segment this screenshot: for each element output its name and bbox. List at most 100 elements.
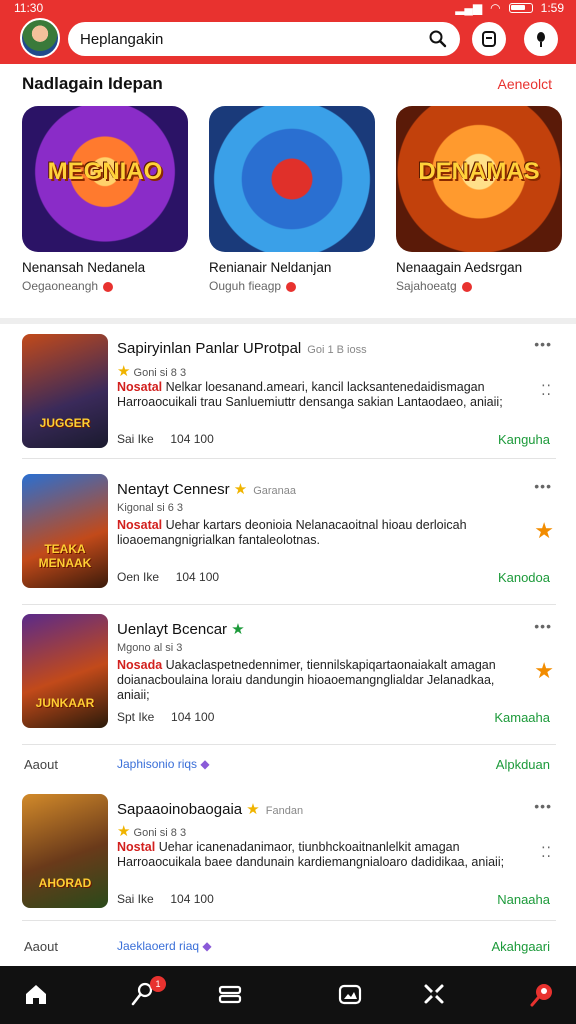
item-meta: ★ Goni si 8 3	[117, 362, 186, 380]
list-divider	[22, 458, 556, 459]
more-options-icon[interactable]: ⁚⁚	[541, 382, 552, 399]
tag-icon: ◆	[200, 757, 210, 771]
star-icon: ★	[117, 363, 131, 380]
home-icon[interactable]	[22, 980, 52, 1010]
item-title: Sapaaoinobaogaia ★ Fandan	[117, 800, 303, 818]
star-icon: ★	[246, 801, 260, 818]
item-meta-text: Goni si 8 3	[133, 827, 187, 839]
about-text: Jaeklaoerd riaq ◆	[117, 939, 212, 953]
item-stats: Oen Ike 104 100	[117, 570, 219, 584]
search-icon[interactable]	[428, 29, 448, 49]
item-desc-highlight: Nosada	[117, 658, 163, 672]
item-desc-text: Uehar icanenadanimaor, tiunbhckoaitnanle…	[117, 840, 505, 869]
featured-card-name: Nenaagain Aedsrgan	[396, 260, 523, 275]
item-tag: Goi 1 B ioss	[307, 344, 367, 356]
search-icon[interactable]: 1	[128, 976, 166, 1010]
item-desc-text: Nelkar loesanand.ameari, kancil lacksant…	[117, 380, 503, 409]
about-row[interactable]: Aaout Japhisonio riqs ◆ Alpkduan	[0, 750, 576, 780]
item-action-button[interactable]: Kamaaha	[494, 710, 550, 725]
item-desc-highlight: Nosatal	[117, 380, 163, 394]
item-desc-highlight: Nostal	[117, 840, 156, 854]
star-icon: ★	[117, 823, 131, 840]
about-action[interactable]: Akahgaari	[491, 939, 550, 954]
item-title: Sapiryinlan Panlar UProtpal Goi 1 B ioss	[117, 340, 367, 357]
item-thumbnail: JUNKAAR	[22, 614, 108, 728]
item-meta-text: Goni si 8 3	[133, 367, 187, 379]
item-desc-text: Uakaclaspetnedennimer, tiennilskapiqarta…	[117, 658, 496, 702]
item-title-text: Sapaaoinobaogaia	[117, 801, 243, 818]
item-thumbnail: JUGGER	[22, 334, 108, 448]
more-options-icon[interactable]: •••	[534, 478, 552, 494]
featured-art-title: MEGNIAO	[47, 158, 163, 185]
item-thumb-label: JUGGER	[39, 416, 91, 430]
featured-card-name: Nenansah Nedanela	[22, 260, 146, 275]
featured-section: Nadlagain Idepan Aeneolct MEGNIAO Nenans…	[0, 64, 576, 318]
about-action[interactable]: Alpkduan	[496, 757, 550, 772]
search-input[interactable]: Heplangakin	[80, 31, 163, 48]
list-divider	[22, 604, 556, 605]
featured-card-name: Renianair Neldanjan	[209, 260, 332, 275]
featured-card[interactable]: Renianair Neldanjan Ouguh fieagp	[209, 106, 377, 293]
profile-icon[interactable]	[528, 980, 558, 1010]
notification-badge: 1	[150, 976, 166, 992]
avatar[interactable]	[20, 18, 60, 58]
heart-icon	[462, 281, 473, 292]
item-thumb-label: JUNKAAR	[35, 696, 95, 710]
heart-icon	[103, 281, 114, 292]
item-thumbnail: AHORAD	[22, 794, 108, 908]
item-stat1: Sai Ike	[117, 432, 154, 446]
featured-card-sub: Ouguh fieagp	[209, 279, 377, 293]
item-thumbnail: TEAKA MENAAK	[22, 474, 108, 588]
mic-button[interactable]	[524, 22, 558, 56]
item-stat2: 104 100	[175, 570, 220, 584]
about-row[interactable]: Aaout Jaeklaoerd riaq ◆ Akahgaari	[0, 932, 576, 962]
more-options-icon[interactable]: ⁚⁚	[541, 844, 552, 861]
about-label: Aaout	[24, 757, 58, 772]
item-stat2: 104 100	[170, 892, 214, 906]
favorite-star-icon[interactable]: ★	[534, 658, 554, 684]
search-bar[interactable]: Heplangakin	[68, 22, 460, 56]
more-options-icon[interactable]: •••	[534, 336, 552, 352]
item-stats: Sai Ike 104 100	[117, 432, 214, 446]
featured-card[interactable]: MEGNIAO Nenansah Nedanela Oegaoneangh	[22, 106, 190, 293]
featured-card-art	[209, 106, 375, 252]
library-icon[interactable]	[216, 980, 246, 1010]
see-all-link[interactable]: Aeneolct	[498, 76, 552, 92]
battery-text: 1:59	[540, 1, 564, 15]
more-options-icon[interactable]: •••	[534, 618, 552, 634]
item-action-button[interactable]: Kanguha	[498, 432, 550, 447]
item-title: Nentayt Cennesr ★ Garanaa	[117, 480, 296, 498]
tools-icon[interactable]	[420, 980, 450, 1010]
item-action-button[interactable]: Nanaaha	[497, 892, 550, 907]
star-icon: ★	[233, 481, 248, 498]
about-text-value: Japhisonio riqs	[117, 757, 198, 771]
wifi-icon: ◠	[490, 1, 501, 15]
list-divider	[22, 920, 556, 921]
item-thumb-label: TEAKA MENAAK	[38, 542, 92, 570]
section-divider	[0, 318, 576, 324]
bottom-nav: 1	[0, 966, 576, 1024]
bookmark-button[interactable]	[472, 22, 506, 56]
favorite-star-icon[interactable]: ★	[534, 518, 554, 544]
tag-icon: ◆	[202, 939, 212, 953]
item-stat2: 104 100	[171, 710, 215, 724]
heart-icon	[286, 281, 297, 292]
featured-card[interactable]: DENAMAS Nenaagain Aedsrgan Sajahoeatg	[396, 106, 564, 293]
gallery-icon[interactable]	[336, 980, 366, 1010]
item-desc-text: Uehar kartars deonioia Nelanacaoitnal hi…	[117, 518, 467, 547]
featured-title: Nadlagain Idepan	[22, 74, 163, 93]
about-label: Aaout	[24, 939, 58, 954]
featured-card-art: MEGNIAO	[22, 106, 188, 252]
item-description: Nosada Uakaclaspetnedennimer, tiennilska…	[117, 658, 517, 703]
more-options-icon[interactable]: •••	[534, 798, 552, 814]
item-stat1: Spt Ike	[117, 710, 155, 724]
item-stat2: 104 100	[170, 432, 214, 446]
item-stat1: Sai Ike	[117, 892, 154, 906]
battery-icon	[508, 3, 533, 13]
item-action-button[interactable]: Kanodoa	[498, 570, 550, 585]
signal-icon: ▂▄▆	[455, 1, 483, 15]
bookmark-icon	[482, 31, 496, 47]
about-text: Japhisonio riqs ◆	[117, 757, 210, 771]
item-title-text: Nentayt Cennesr	[117, 481, 230, 498]
status-time: 11:30	[14, 1, 44, 15]
